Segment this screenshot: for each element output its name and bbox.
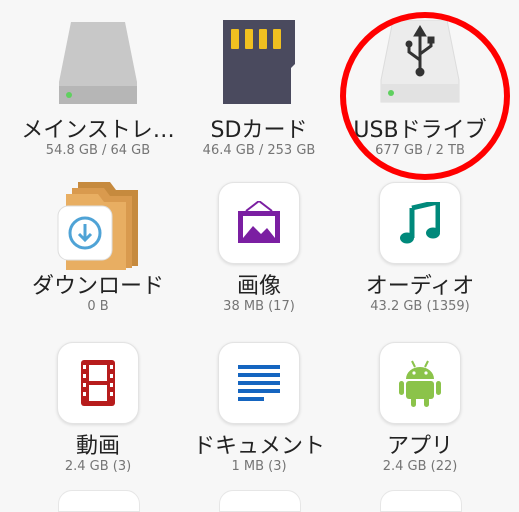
sd-card-icon <box>221 20 297 108</box>
category-download-usage: 0 B <box>87 299 109 314</box>
download-folder-icon <box>52 178 144 274</box>
storage-usb-usage: 677 GB / 2 TB <box>375 143 465 158</box>
film-strip-icon <box>57 342 139 424</box>
category-audio-usage: 43.2 GB (1359) <box>370 299 470 314</box>
android-icon <box>379 342 461 424</box>
usb-drive-icon <box>379 19 461 108</box>
category-video-label: 動画 <box>75 434 120 459</box>
category-audio-label: オーディオ <box>365 274 475 299</box>
category-documents-usage: 1 MB (3) <box>231 459 287 474</box>
storage-sdcard-label: SDカード <box>210 118 308 143</box>
storage-usb-label: USBドライブ <box>353 118 487 143</box>
next-row-tile-partial[interactable] <box>58 490 140 512</box>
category-images-label: 画像 <box>236 274 281 299</box>
next-row-tile-partial[interactable] <box>219 490 301 512</box>
storage-sdcard-usage: 46.4 GB / 253 GB <box>202 143 316 158</box>
next-row-tile-partial[interactable] <box>380 490 462 512</box>
internal-storage-icon <box>57 22 139 110</box>
music-note-icon <box>379 182 461 264</box>
category-documents-label: ドキュメント <box>192 434 325 459</box>
storage-internal-usage: 54.8 GB / 64 GB <box>45 143 151 158</box>
category-apps-usage: 2.4 GB (22) <box>382 459 458 474</box>
category-download-label: ダウンロード <box>31 274 164 299</box>
storage-internal-label: メインストレ… <box>21 118 175 143</box>
image-icon <box>218 182 300 264</box>
document-icon <box>218 342 300 424</box>
category-video-usage: 2.4 GB (3) <box>64 459 132 474</box>
category-images-usage: 38 MB (17) <box>223 299 295 314</box>
category-apps-label: アプリ <box>386 434 453 459</box>
